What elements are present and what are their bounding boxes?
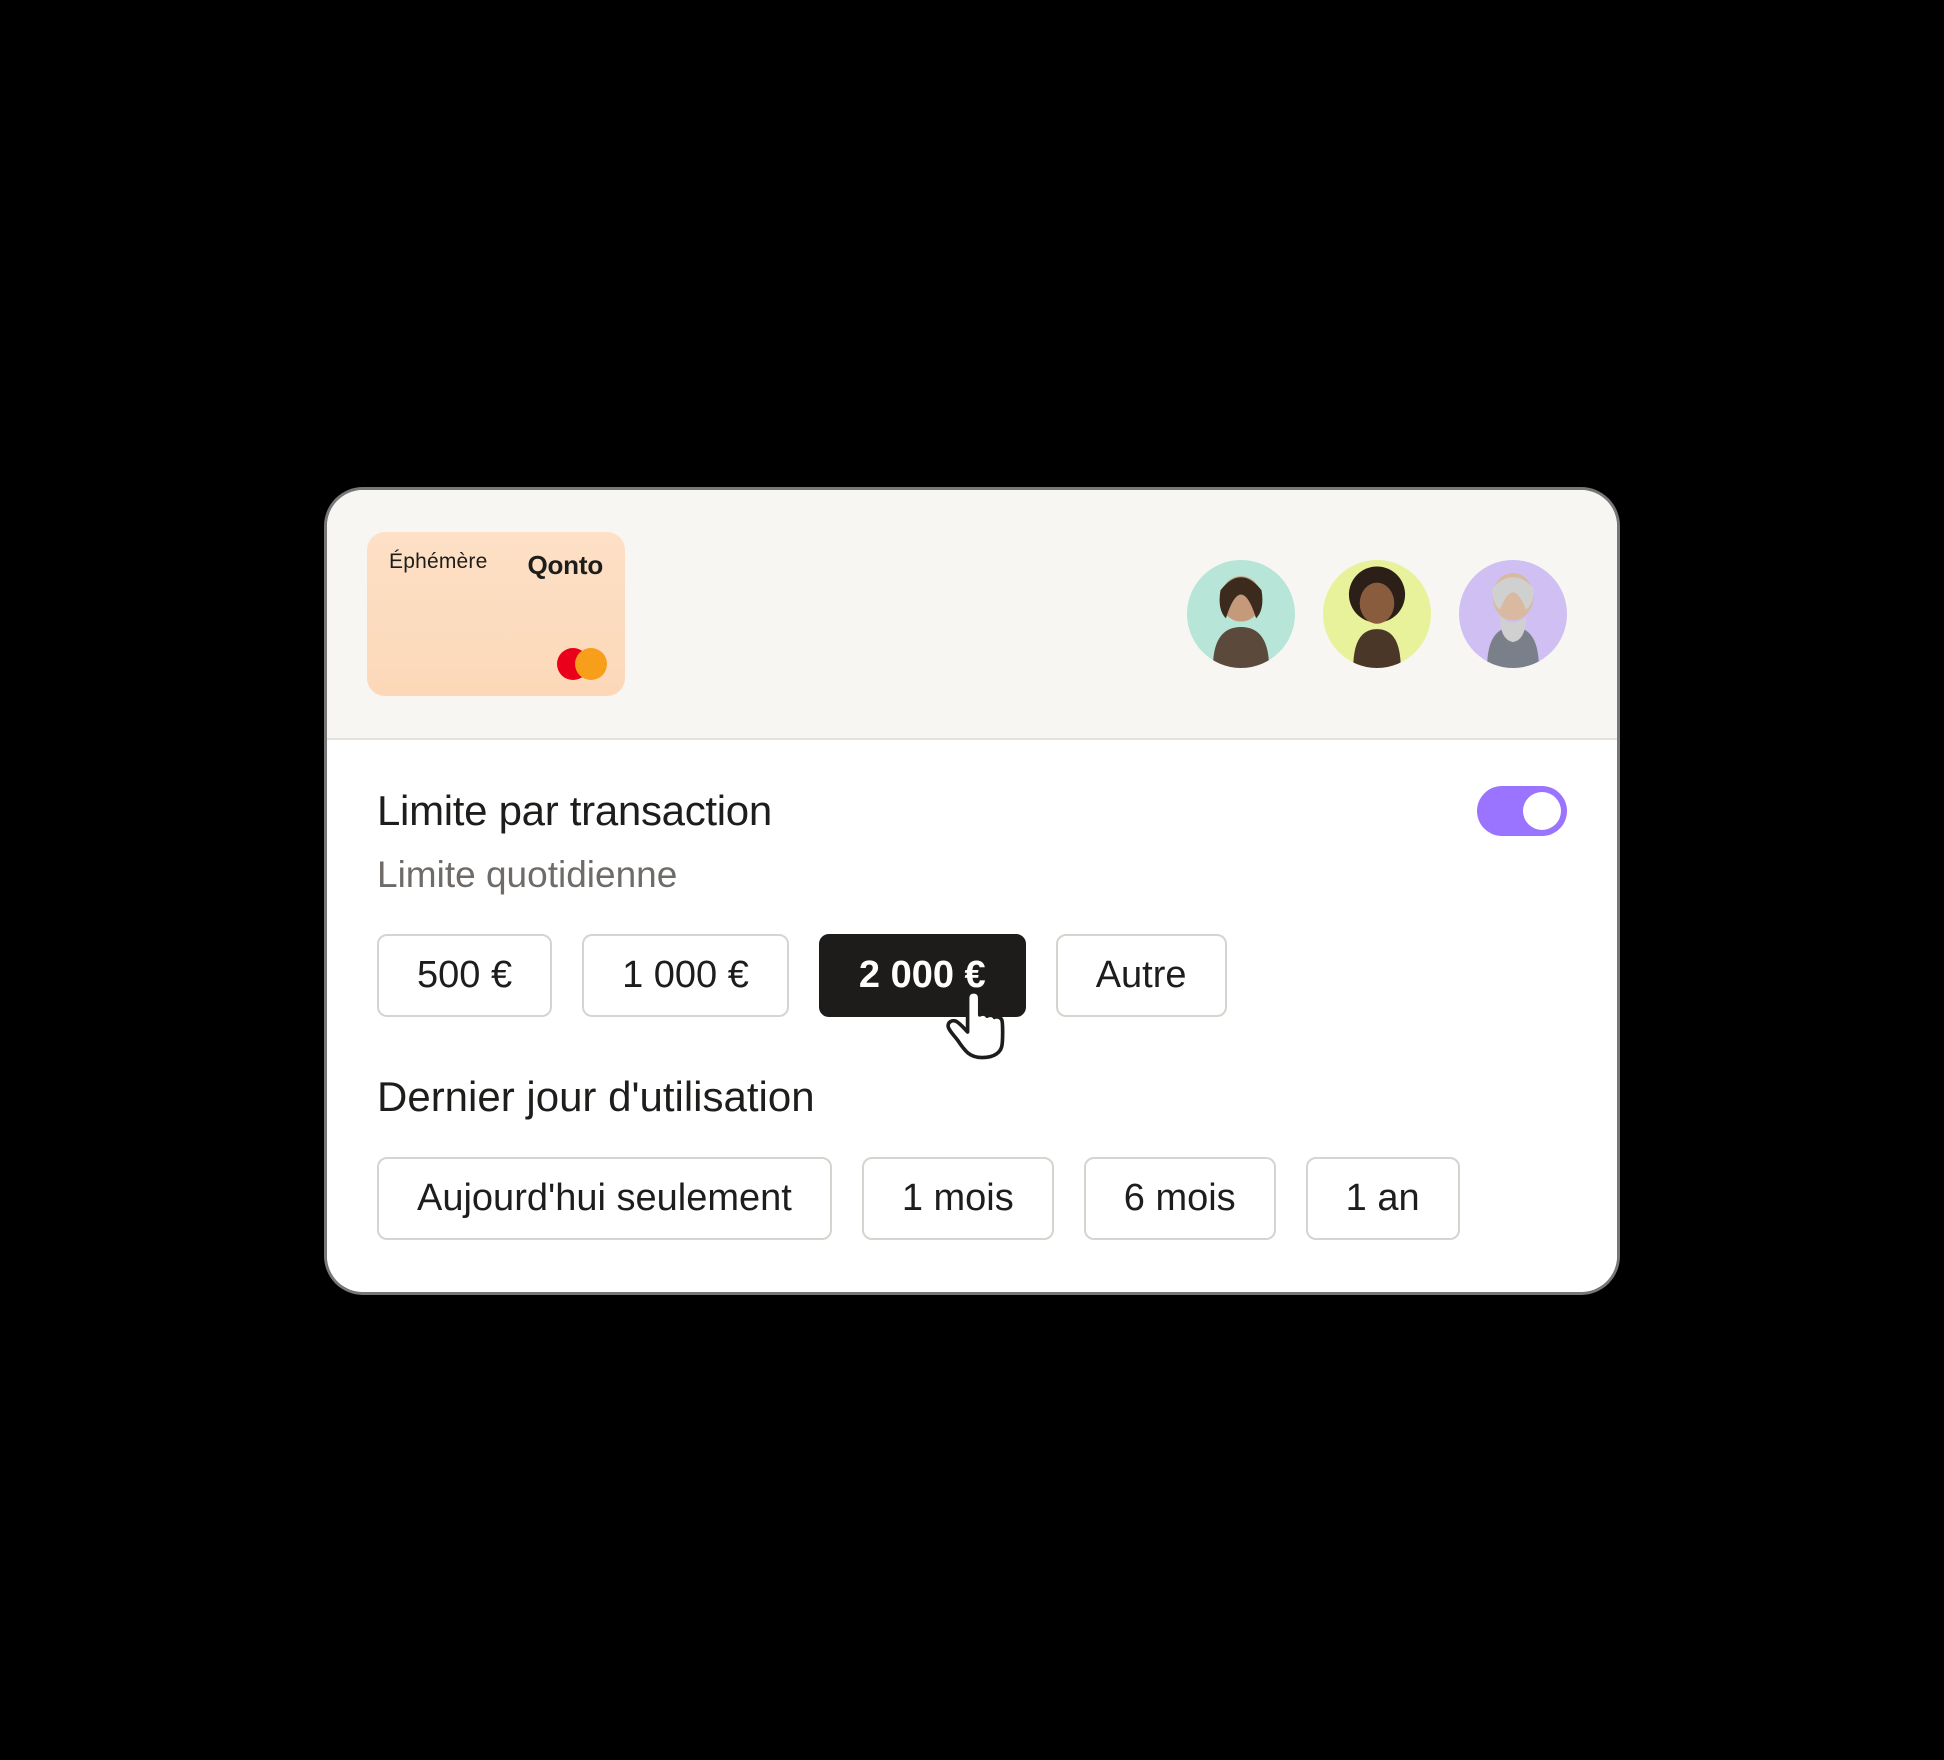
limit-option-2000[interactable]: 2 000 € xyxy=(819,934,1026,1017)
duration-option-6mo[interactable]: 6 mois xyxy=(1084,1157,1276,1240)
avatar[interactable] xyxy=(1187,560,1295,668)
avatar[interactable] xyxy=(1323,560,1431,668)
limit-options-row: 500 € 1 000 € 2 000 € Autre xyxy=(377,934,1567,1017)
limit-option-1000[interactable]: 1 000 € xyxy=(582,934,789,1017)
card-type-label: Éphémère xyxy=(389,550,488,574)
mastercard-icon xyxy=(557,648,607,680)
card-brand-label: Qonto xyxy=(527,550,603,581)
duration-option-1mo[interactable]: 1 mois xyxy=(862,1157,1054,1240)
toggle-knob xyxy=(1523,792,1561,830)
duration-option-today[interactable]: Aujourd'hui seulement xyxy=(377,1157,832,1240)
last-usage-title: Dernier jour d'utilisation xyxy=(377,1073,1567,1121)
duration-option-1yr[interactable]: 1 an xyxy=(1306,1157,1460,1240)
transaction-limit-title: Limite par transaction xyxy=(377,787,772,835)
transaction-limit-header: Limite par transaction xyxy=(377,786,1567,836)
panel-header: Éphémère Qonto xyxy=(327,490,1617,740)
virtual-card-graphic: Éphémère Qonto xyxy=(367,532,625,696)
duration-options-row: Aujourd'hui seulement 1 mois 6 mois 1 an xyxy=(377,1157,1567,1240)
settings-panel: Éphémère Qonto Limite par transaction xyxy=(327,490,1617,1292)
daily-limit-label: Limite quotidienne xyxy=(377,854,1567,896)
transaction-limit-toggle[interactable] xyxy=(1477,786,1567,836)
panel-body: Limite par transaction Limite quotidienn… xyxy=(327,740,1617,1292)
avatar-group xyxy=(1187,560,1567,668)
limit-option-500[interactable]: 500 € xyxy=(377,934,552,1017)
limit-option-other[interactable]: Autre xyxy=(1056,934,1227,1017)
avatar[interactable] xyxy=(1459,560,1567,668)
